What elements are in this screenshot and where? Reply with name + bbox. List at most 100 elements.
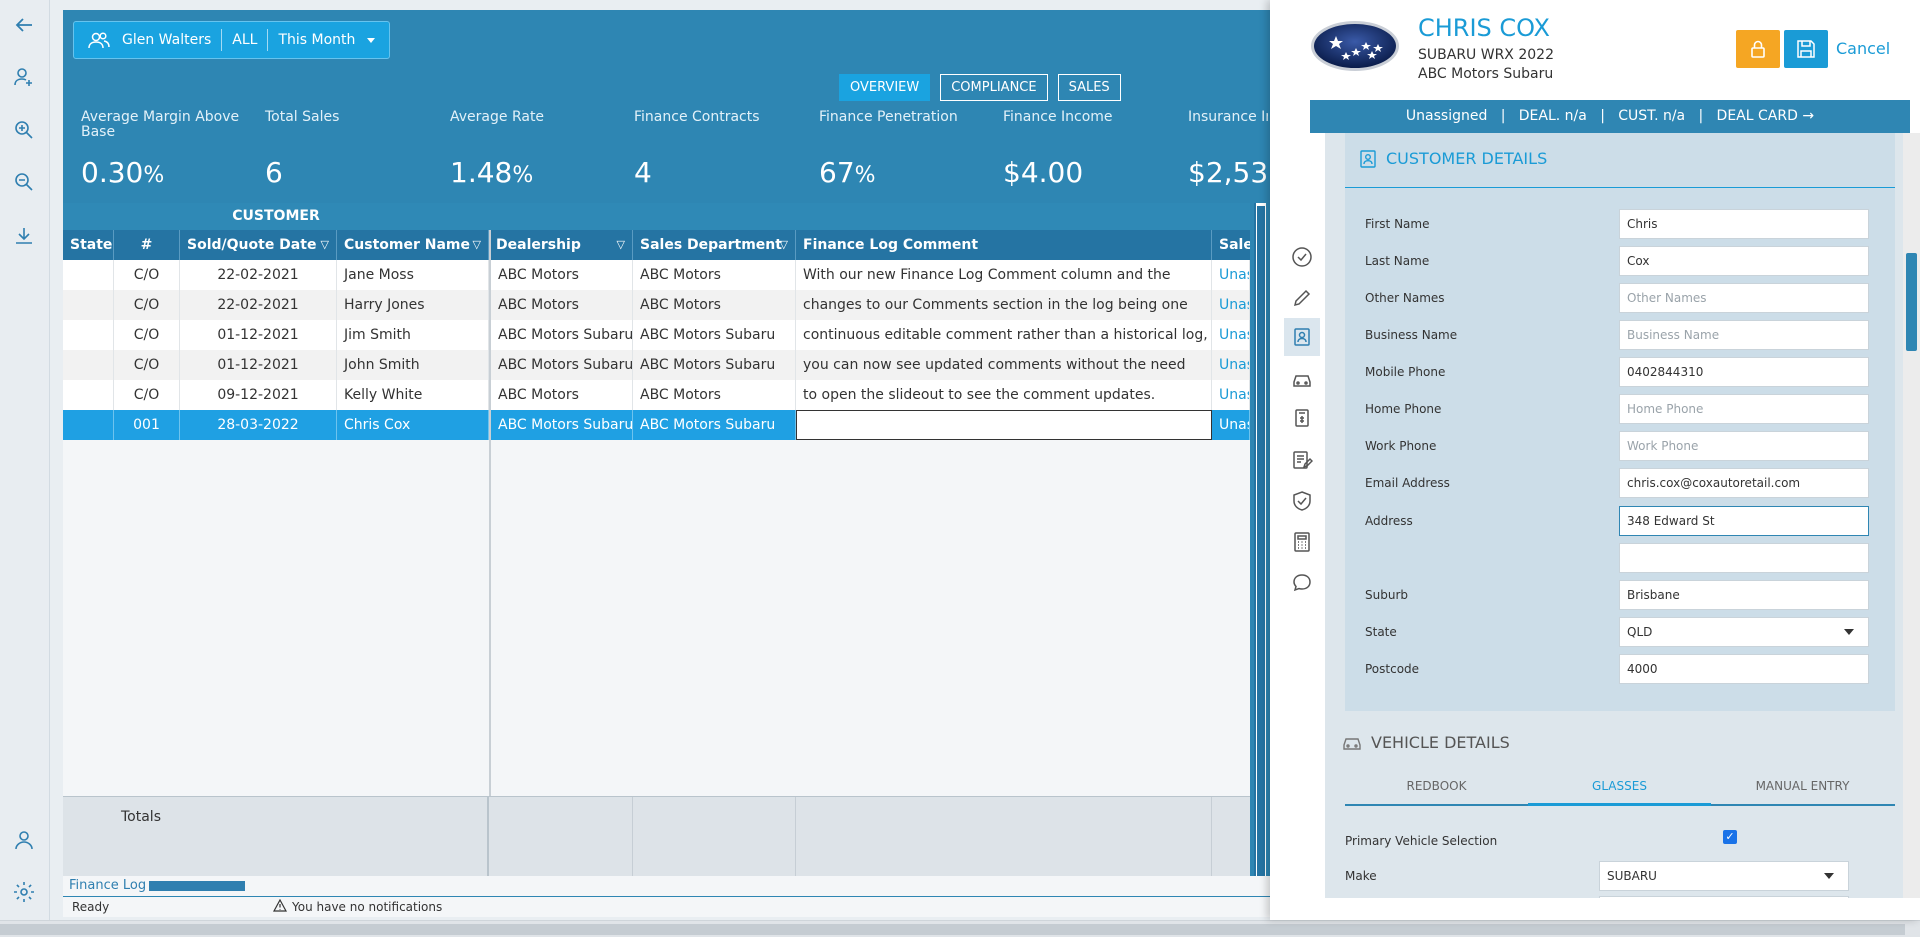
save-button[interactable]: [1784, 30, 1828, 68]
deal-info-text[interactable]: Unassigned | DEAL. n/a | CUST. n/a | DEA…: [1406, 108, 1814, 124]
scrollbar-thumb[interactable]: [1257, 206, 1265, 876]
zoom-in-icon[interactable]: [12, 118, 36, 142]
postcode-input[interactable]: [1619, 654, 1869, 684]
suburb-input[interactable]: [1619, 580, 1869, 610]
cell-comment[interactable]: With our new Finance Log Comment column …: [796, 260, 1212, 290]
user-filter-bar[interactable]: Glen Walters ALL This Month: [73, 21, 391, 59]
filter-icon[interactable]: ▽: [617, 230, 625, 260]
email-address-input[interactable]: [1619, 468, 1869, 498]
page-horizontal-scrollbar[interactable]: [0, 920, 1920, 937]
cell-comment[interactable]: continuous editable comment rather than …: [796, 320, 1212, 350]
table-row-selected[interactable]: 001 28-03-2022 Chris Cox ABC Motors Suba…: [63, 410, 1250, 440]
tab-glasses[interactable]: GLASSES: [1528, 766, 1711, 806]
filter-icon[interactable]: ▽: [780, 230, 788, 260]
table-row[interactable]: C/O 01-12-2021 John Smith ABC Motors Sub…: [63, 350, 1250, 380]
stat-label: Average Rate: [450, 109, 545, 125]
filter-icon[interactable]: ▽: [473, 230, 481, 260]
col-header-number[interactable]: #: [114, 230, 180, 260]
address-line-2-input[interactable]: [1619, 543, 1869, 573]
business-name-input[interactable]: [1619, 320, 1869, 350]
field-label: Mobile Phone: [1365, 365, 1446, 379]
lock-button[interactable]: [1736, 30, 1780, 68]
model-select[interactable]: [1599, 896, 1849, 898]
edit-pencil-icon[interactable]: [1284, 279, 1320, 317]
cell-date: 22-02-2021: [180, 260, 337, 290]
cell-sales-link[interactable]: Unas: [1212, 380, 1250, 410]
first-name-input[interactable]: [1619, 209, 1869, 239]
cell-state: [63, 290, 114, 320]
cell-sales-link[interactable]: Unas: [1212, 290, 1250, 320]
filter-icon[interactable]: ▽: [321, 230, 329, 260]
table-row[interactable]: C/O 09-12-2021 Kelly White ABC Motors AB…: [63, 380, 1250, 410]
cell-comment[interactable]: you can now see updated comments without…: [796, 350, 1212, 380]
work-phone-input[interactable]: [1619, 431, 1869, 461]
col-header-customer-name[interactable]: Customer Name ▽: [337, 230, 489, 260]
tab-sales[interactable]: SALES: [1057, 74, 1121, 101]
sheet-scroll-thumb[interactable]: [149, 881, 245, 891]
scrollbar-thumb[interactable]: [0, 924, 1905, 935]
calculator-icon[interactable]: [1284, 523, 1320, 561]
table-row[interactable]: C/O 22-02-2021 Jane Moss ABC Motors ABC …: [63, 260, 1250, 290]
cell-sales-link[interactable]: Unas: [1212, 260, 1250, 290]
col-header-sales[interactable]: Sales: [1212, 230, 1250, 260]
table-row[interactable]: C/O 22-02-2021 Harry Jones ABC Motors AB…: [63, 290, 1250, 320]
col-header-date[interactable]: Sold/Quote Date ▽: [180, 230, 337, 260]
col-header-state[interactable]: State: [63, 230, 114, 260]
profile-icon[interactable]: [12, 828, 36, 852]
cell-sales-link[interactable]: Unas: [1212, 410, 1250, 440]
mobile-phone-input[interactable]: [1619, 357, 1869, 387]
stat-label: Finance Penetration: [819, 109, 958, 125]
primary-vehicle-checkbox[interactable]: ✓: [1723, 830, 1737, 844]
tab-manual-entry[interactable]: MANUAL ENTRY: [1711, 766, 1894, 806]
car-icon[interactable]: [1284, 360, 1320, 398]
cell-dealership: ABC Motors Subaru: [491, 320, 633, 350]
cell-sales-link[interactable]: Unas: [1212, 320, 1250, 350]
settings-gear-icon[interactable]: [12, 880, 36, 904]
last-name-input[interactable]: [1619, 246, 1869, 276]
cell-comment-editing[interactable]: [796, 410, 1212, 440]
scope-filter[interactable]: ALL: [232, 32, 257, 48]
stat-value: 0.30%: [81, 156, 165, 189]
table-row[interactable]: C/O 01-12-2021 Jim Smith ABC Motors Suba…: [63, 320, 1250, 350]
field-model: [1345, 896, 1855, 898]
checklist-icon[interactable]: [1284, 238, 1320, 276]
tab-compliance[interactable]: COMPLIANCE: [940, 74, 1048, 101]
back-arrow-icon[interactable]: [12, 13, 36, 37]
cell-date: 09-12-2021: [180, 380, 337, 410]
cell-sales-department: ABC Motors: [633, 260, 796, 290]
cell-sales-link[interactable]: Unas: [1212, 350, 1250, 380]
tab-overview[interactable]: OVERVIEW: [839, 74, 931, 101]
save-floppy-icon: [1797, 40, 1815, 58]
add-user-icon[interactable]: [12, 65, 36, 89]
cell-comment[interactable]: changes to our Comments section in the l…: [796, 290, 1212, 320]
insurance-shield-icon[interactable]: [1284, 482, 1320, 520]
sheet-tab-finance-log[interactable]: Finance Log: [69, 878, 146, 893]
user-name[interactable]: Glen Walters: [122, 32, 211, 48]
field-label: Email Address: [1365, 476, 1450, 490]
caret-down-icon[interactable]: [367, 37, 376, 43]
cell-comment[interactable]: to open the slideout to see the comment …: [796, 380, 1212, 410]
field-first-name: First Name: [1365, 209, 1875, 239]
field-label: Suburb: [1365, 588, 1408, 602]
period-filter[interactable]: This Month: [278, 32, 355, 48]
finance-document-icon[interactable]: [1284, 399, 1320, 437]
col-header-finance-log-comment[interactable]: Finance Log Comment: [796, 230, 1212, 260]
grid-vertical-scrollbar[interactable]: [1254, 203, 1266, 880]
state-select[interactable]: QLD: [1619, 617, 1869, 647]
other-names-input[interactable]: [1619, 283, 1869, 313]
customer-card-icon[interactable]: [1284, 318, 1320, 356]
make-select[interactable]: SUBARU: [1599, 861, 1849, 891]
zoom-out-icon[interactable]: [12, 170, 36, 194]
col-header-dealership[interactable]: Dealership ▽: [489, 230, 633, 260]
scrollbar-thumb[interactable]: [1906, 253, 1917, 351]
cancel-button[interactable]: Cancel: [1836, 39, 1890, 58]
address-input[interactable]: [1619, 506, 1869, 536]
cell-date: 22-02-2021: [180, 290, 337, 320]
home-phone-input[interactable]: [1619, 394, 1869, 424]
download-icon[interactable]: [12, 224, 36, 248]
notes-icon[interactable]: [1284, 441, 1320, 479]
col-header-sales-department[interactable]: Sales Department ▽: [633, 230, 796, 260]
comment-bubble-icon[interactable]: [1284, 564, 1320, 602]
slideout-scrollbar[interactable]: [1903, 133, 1920, 898]
tab-redbook[interactable]: REDBOOK: [1345, 766, 1528, 806]
